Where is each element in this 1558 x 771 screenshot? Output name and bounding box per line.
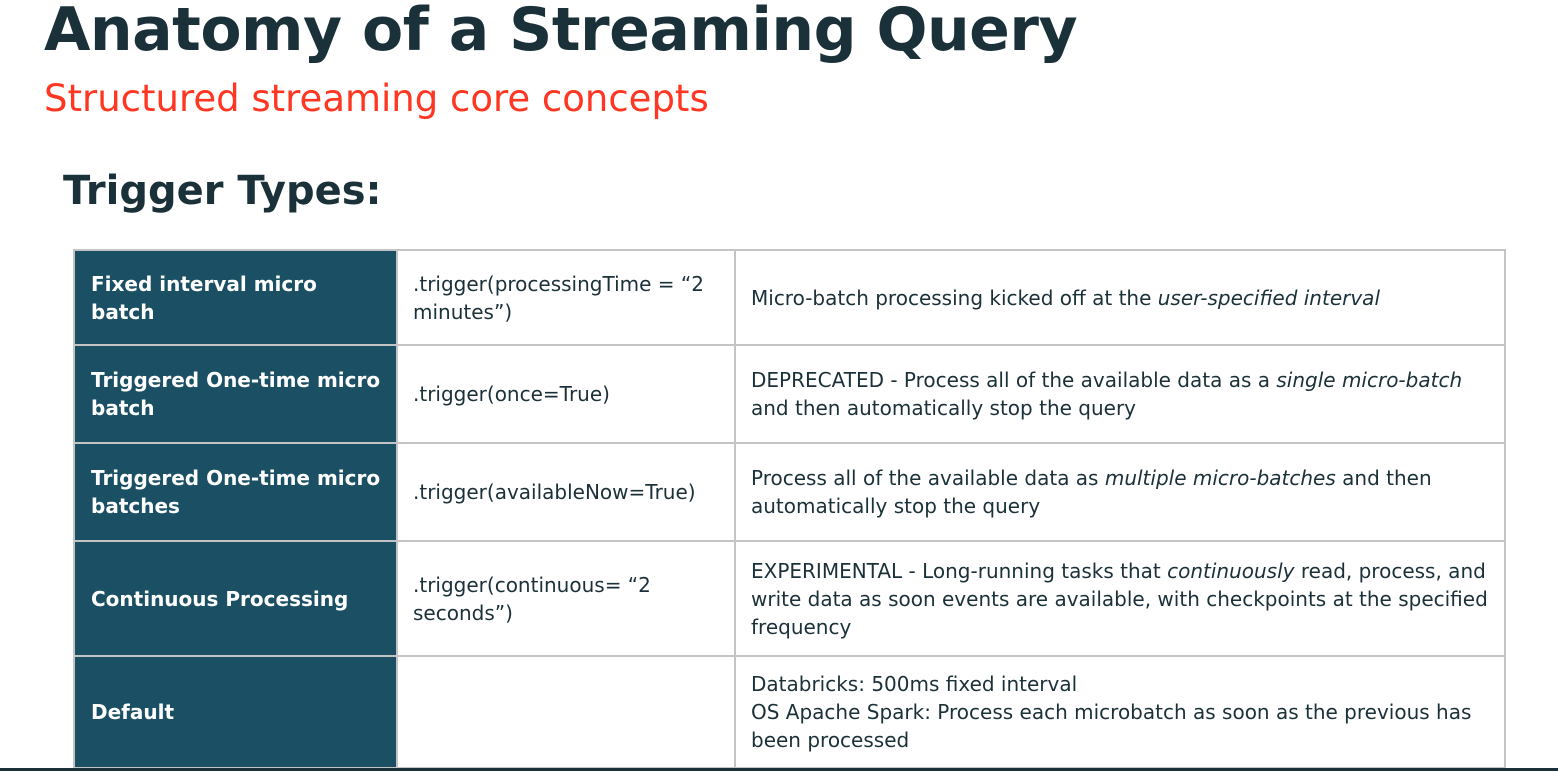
description-text: Process all of the available data as: [751, 466, 1105, 490]
trigger-name-cell: Default: [73, 655, 398, 769]
trigger-description-cell: Process all of the available data as mul…: [734, 442, 1506, 542]
table-row: Continuous Processing .trigger(continuou…: [73, 540, 1506, 657]
table-row: Default Databricks: 500ms fixed interval…: [73, 655, 1506, 769]
description-emphasis: continuously: [1167, 558, 1295, 583]
description-emphasis: user-specified interval: [1157, 285, 1380, 310]
trigger-description-cell: Micro-batch processing kicked off at the…: [734, 249, 1506, 346]
table-row: Fixed interval micro batch .trigger(proc…: [73, 249, 1506, 346]
trigger-name-cell: Triggered One-time micro batch: [73, 344, 398, 444]
description-line: OS Apache Spark: Process each microbatch…: [751, 700, 1472, 752]
description-text: DEPRECATED - Process all of the availabl…: [751, 368, 1277, 392]
trigger-code-cell: .trigger(continuous= “2 seconds”): [396, 540, 736, 657]
trigger-code-cell: .trigger(availableNow=True): [396, 442, 736, 542]
slide-title: Anatomy of a Streaming Query: [44, 0, 1078, 65]
section-heading: Trigger Types:: [63, 168, 382, 214]
trigger-code-cell: .trigger(once=True): [396, 344, 736, 444]
description-text: Micro-batch processing kicked off at the: [751, 285, 1158, 310]
trigger-types-table: Fixed interval micro batch .trigger(proc…: [73, 249, 1506, 769]
description-emphasis: multiple micro-batches: [1104, 466, 1336, 490]
trigger-description-cell: EXPERIMENTAL - Long-running tasks that c…: [734, 540, 1506, 657]
trigger-description-cell: Databricks: 500ms fixed interval OS Apac…: [734, 655, 1506, 769]
trigger-name-cell: Fixed interval micro batch: [73, 249, 398, 346]
table-row: Triggered One-time micro batches .trigge…: [73, 442, 1506, 542]
description-text: EXPERIMENTAL - Long-running tasks that: [751, 558, 1168, 583]
description-text: and then automatically stop the query: [751, 396, 1137, 420]
description-emphasis: single micro-batch: [1276, 368, 1463, 392]
trigger-code-cell: .trigger(processingTime = “2 minutes”): [396, 249, 736, 346]
trigger-name-cell: Triggered One-time micro batches: [73, 442, 398, 542]
trigger-description-cell: DEPRECATED - Process all of the availabl…: [734, 344, 1506, 444]
slide-subtitle: Structured streaming core concepts: [44, 77, 709, 120]
trigger-name-cell: Continuous Processing: [73, 540, 398, 657]
description-line: Databricks: 500ms fixed interval: [751, 672, 1078, 696]
table-row: Triggered One-time micro batch .trigger(…: [73, 344, 1506, 444]
trigger-code-cell: [396, 655, 736, 769]
